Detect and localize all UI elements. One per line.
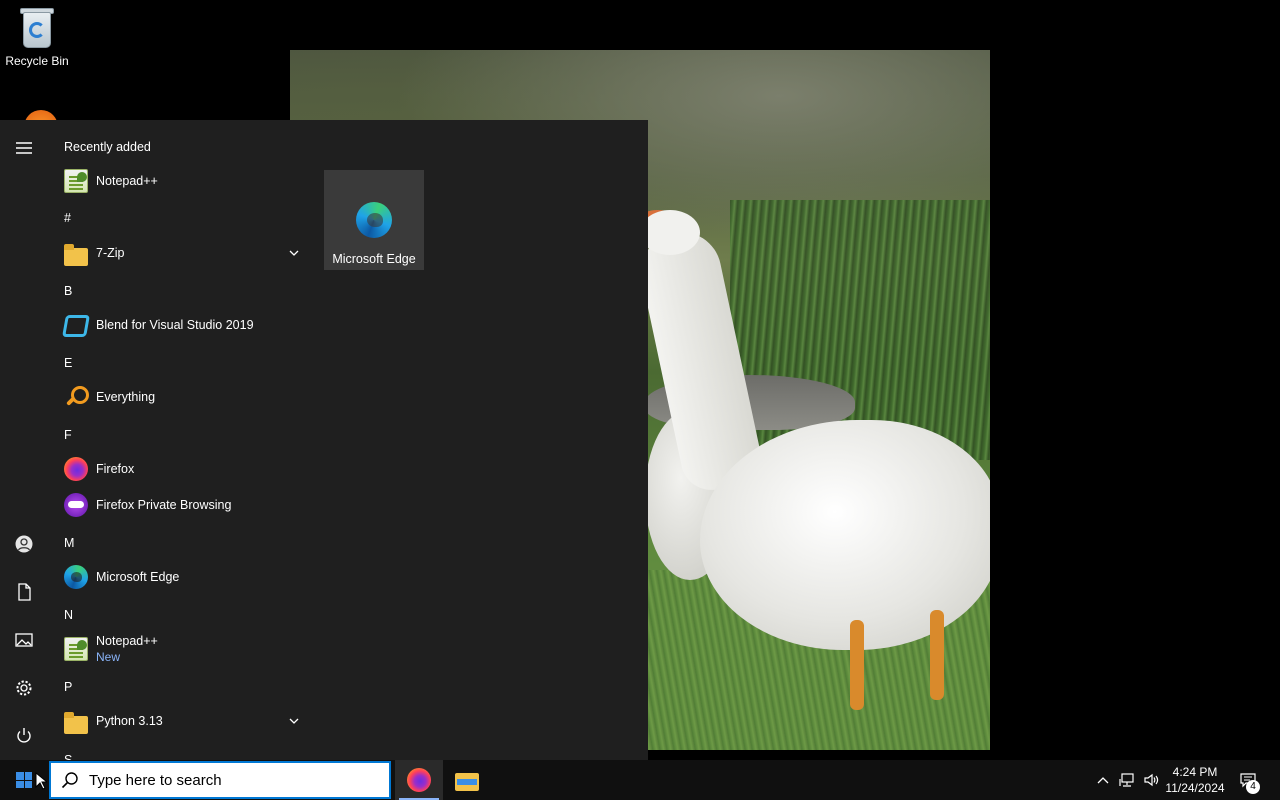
- taskbar: 4:24 PM 11/24/2024 4: [0, 760, 1280, 800]
- app-label: Everything: [96, 390, 156, 404]
- recently-added-heading: Recently added: [64, 140, 151, 154]
- search-icon: [61, 772, 78, 789]
- app-label: Notepad++: [96, 174, 158, 188]
- start-menu-rail: [0, 120, 48, 760]
- folder-icon: [64, 244, 88, 266]
- folder-icon: [64, 712, 88, 734]
- tile-label: Microsoft Edge: [332, 252, 416, 266]
- settings-gear-icon: [16, 680, 32, 696]
- letter-header-n[interactable]: N: [64, 597, 94, 633]
- show-hidden-icons-button[interactable]: [1094, 760, 1112, 800]
- settings-button[interactable]: [0, 664, 48, 712]
- pictures-button[interactable]: [0, 616, 48, 664]
- new-badge: New: [96, 650, 121, 664]
- letter-header-m[interactable]: M: [64, 525, 94, 561]
- clock-date: 11/24/2024: [1165, 781, 1225, 795]
- app-label: Microsoft Edge: [96, 570, 180, 584]
- documents-icon: [18, 583, 31, 601]
- chevron-down-icon[interactable]: [288, 715, 300, 727]
- letter-header-hash[interactable]: #: [64, 200, 94, 236]
- notepad-plus-plus-icon: [64, 169, 88, 193]
- user-icon: [15, 535, 33, 553]
- windows-logo-icon: [16, 772, 32, 788]
- volume-icon: [1144, 773, 1159, 787]
- power-button[interactable]: [0, 712, 48, 760]
- app-label: Firefox Private Browsing: [96, 498, 232, 512]
- notification-count-badge: 4: [1246, 780, 1260, 794]
- tiles-area: Microsoft Edge: [324, 170, 424, 270]
- app-item-python[interactable]: Python 3.13: [48, 703, 312, 739]
- clock-time: 4:24 PM: [1172, 765, 1218, 779]
- mouse-cursor-icon: [35, 772, 47, 790]
- chevron-up-icon: [1097, 777, 1109, 784]
- app-item-everything[interactable]: Everything: [48, 379, 312, 415]
- everything-search-icon: [64, 385, 89, 409]
- firefox-icon: [64, 457, 88, 481]
- hamburger-menu-icon: [16, 142, 32, 154]
- taskbar-search-box[interactable]: [49, 761, 391, 799]
- letter-header-b[interactable]: B: [64, 273, 94, 309]
- taskbar-firefox[interactable]: [395, 760, 443, 800]
- recycle-bin-shortcut[interactable]: Recycle Bin: [0, 6, 74, 68]
- app-item-edge[interactable]: Microsoft Edge: [48, 559, 312, 595]
- app-item-blend[interactable]: Blend for Visual Studio 2019: [48, 307, 312, 343]
- network-button[interactable]: [1116, 760, 1138, 800]
- letter-header-p[interactable]: P: [64, 669, 94, 705]
- app-label: Notepad++: [96, 634, 158, 648]
- blend-icon: [62, 314, 90, 337]
- network-icon: [1119, 773, 1134, 787]
- pictures-icon: [15, 633, 33, 647]
- taskbar-file-explorer[interactable]: [443, 760, 491, 800]
- chevron-down-icon[interactable]: [288, 247, 300, 259]
- edge-icon: [356, 202, 392, 238]
- edge-icon: [64, 565, 88, 589]
- power-icon: [17, 728, 31, 743]
- tile-microsoft-edge[interactable]: Microsoft Edge: [324, 170, 424, 270]
- volume-button[interactable]: [1140, 760, 1162, 800]
- start-menu: Recently added Notepad++ # 7-Zip B Blend…: [0, 120, 648, 760]
- app-label: Python 3.13: [96, 714, 163, 728]
- app-item-firefox[interactable]: Firefox: [48, 451, 312, 487]
- app-label: Blend for Visual Studio 2019: [96, 318, 254, 332]
- file-explorer-icon: [455, 773, 479, 791]
- taskbar-clock[interactable]: 4:24 PM 11/24/2024: [1160, 760, 1230, 800]
- search-input[interactable]: [89, 771, 369, 789]
- app-item-firefox-private[interactable]: Firefox Private Browsing: [48, 487, 312, 523]
- app-label: 7-Zip: [96, 246, 125, 260]
- recycle-bin-label: Recycle Bin: [5, 54, 69, 68]
- app-label-wrap: Notepad++ New: [96, 634, 158, 664]
- user-account-button[interactable]: [0, 520, 48, 568]
- letter-header-f[interactable]: F: [64, 417, 94, 453]
- app-item-notepadpp-recent[interactable]: Notepad++: [48, 163, 312, 199]
- letter-header-s[interactable]: S: [64, 742, 94, 760]
- firefox-icon: [407, 768, 431, 792]
- hamburger-menu-button[interactable]: [0, 124, 48, 172]
- action-center-button[interactable]: 4: [1232, 760, 1264, 800]
- notepad-plus-plus-icon: [64, 637, 88, 661]
- letter-header-e[interactable]: E: [64, 345, 94, 381]
- app-item-notepadpp[interactable]: Notepad++ New: [48, 631, 312, 667]
- app-label: Firefox: [96, 462, 135, 476]
- app-list: Recently added Notepad++ # 7-Zip B Blend…: [48, 120, 312, 760]
- recycle-bin-icon: [17, 6, 57, 50]
- app-item-7zip[interactable]: 7-Zip: [48, 235, 312, 271]
- firefox-private-icon: [64, 493, 88, 517]
- documents-button[interactable]: [0, 568, 48, 616]
